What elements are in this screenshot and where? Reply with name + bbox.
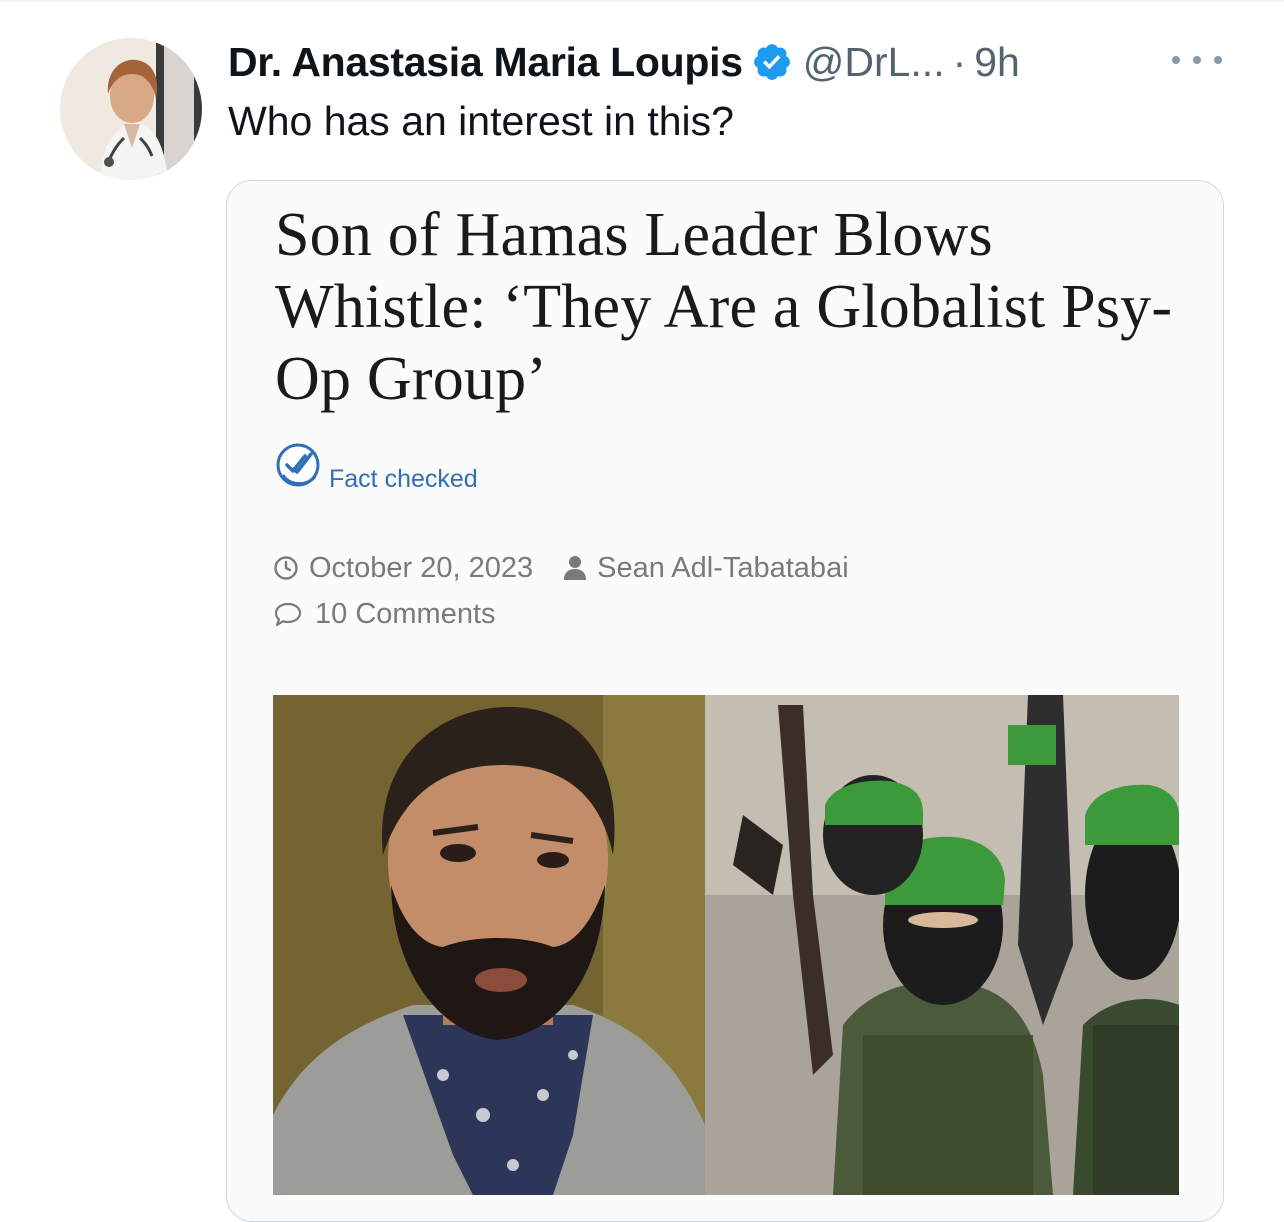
user-icon	[564, 556, 587, 580]
article-image	[273, 695, 1179, 1195]
top-divider	[0, 0, 1284, 2]
article-photo	[273, 695, 1179, 1195]
author-handle[interactable]: @DrL...	[803, 39, 945, 86]
article-author-wrap: Sean Adl-Tabatabai	[563, 552, 849, 585]
timestamp[interactable]: 9h	[974, 39, 1020, 86]
tweet-header: Dr. Anastasia Maria Loupis @DrL... · 9h	[228, 36, 1020, 88]
comments-count[interactable]: 10 Comments	[315, 598, 496, 631]
separator-dot: ·	[952, 38, 967, 85]
clock-icon	[274, 556, 298, 580]
comment-icon	[274, 602, 302, 627]
double-check-icon	[276, 443, 320, 487]
fact-checked-label[interactable]: Fact checked	[329, 465, 478, 494]
media-card[interactable]: Son of Hamas Leader Blows Whistle: ‘They…	[226, 180, 1224, 1222]
verified-badge-icon	[751, 41, 793, 83]
more-options-icon[interactable]	[1172, 48, 1222, 72]
article-date: October 20, 2023	[309, 551, 534, 584]
more-dot	[1172, 56, 1180, 64]
article-meta: October 20, 2023 Sean Adl-Tabatabai	[273, 551, 849, 585]
avatar-image	[60, 38, 202, 180]
avatar[interactable]	[60, 38, 202, 180]
comments-count-row[interactable]: 10 Comments	[273, 597, 496, 631]
more-dot	[1214, 56, 1222, 64]
tweet-text: Who has an interest in this?	[228, 98, 734, 144]
more-dot	[1193, 56, 1201, 64]
article-headline: Son of Hamas Leader Blows Whistle: ‘They…	[275, 201, 1173, 413]
article-author[interactable]: Sean Adl-Tabatabai	[597, 552, 849, 585]
author-name[interactable]: Dr. Anastasia Maria Loupis	[228, 39, 743, 86]
